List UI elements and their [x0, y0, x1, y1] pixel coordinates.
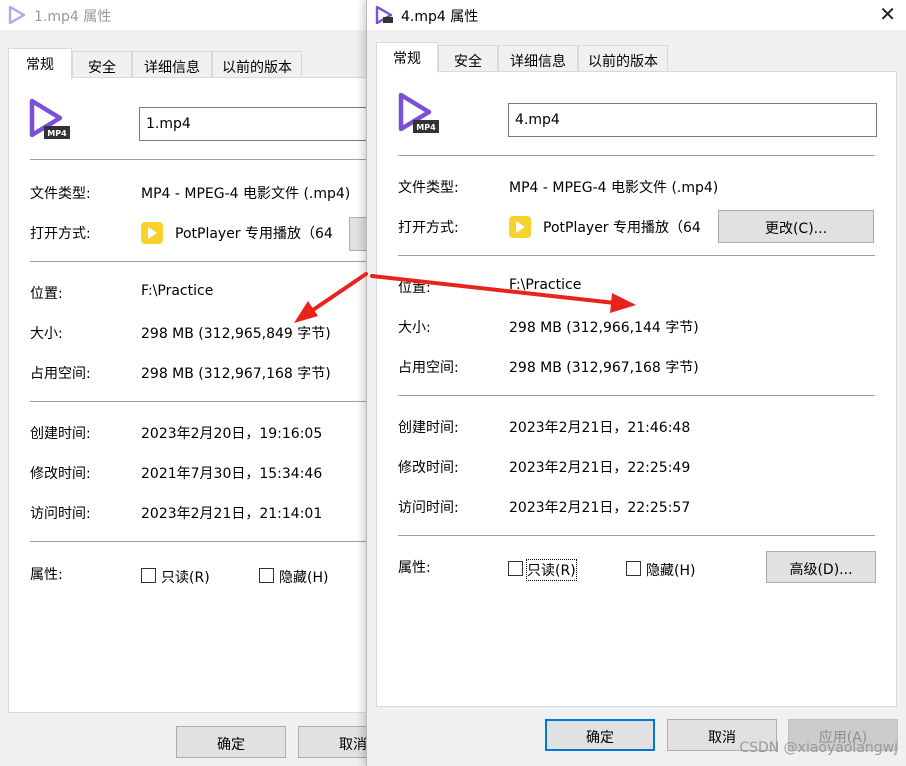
back-titlebar: 1.mp4 属性: [0, 0, 372, 30]
separator: [398, 535, 875, 536]
back-hidden-checkbox[interactable]: [259, 568, 274, 583]
back-label-created: 创建时间:: [30, 426, 91, 442]
front-label-size-on-disk: 占用空间:: [398, 360, 459, 376]
back-label-file-type: 文件类型:: [30, 186, 91, 202]
front-value-created: 2023年2月21日，21:46:48: [509, 420, 691, 436]
svg-text:MP4: MP4: [47, 129, 67, 138]
csdn-watermark: CSDN @xiaoyaolangwj: [739, 740, 898, 756]
front-advanced-button[interactable]: 高级(D)...: [766, 551, 876, 583]
front-change-button[interactable]: 更改(C)...: [718, 210, 874, 243]
back-value-created: 2023年2月20日，19:16:05: [141, 426, 323, 442]
separator: [30, 401, 372, 402]
back-tab-general[interactable]: 常规: [8, 48, 72, 79]
front-hidden-checkbox[interactable]: [626, 561, 641, 576]
front-tab-previous-versions[interactable]: 以前的版本: [578, 45, 668, 72]
back-general-panel: MP4 文件类型: MP4 - MPEG-4 电影文件 (.mp4) 打开方式:…: [8, 77, 372, 713]
close-icon[interactable]: ✕: [879, 2, 896, 26]
front-label-accessed: 访问时间:: [398, 500, 459, 516]
mp4-app-icon: [375, 6, 393, 24]
front-value-modified: 2023年2月21日，22:25:49: [509, 460, 691, 476]
separator: [30, 159, 372, 160]
front-hidden-label: 隐藏(H): [646, 563, 696, 579]
front-window-title: 4.mp4 属性: [401, 9, 479, 25]
separator: [398, 255, 875, 256]
back-tab-previous-versions[interactable]: 以前的版本: [212, 51, 302, 78]
back-value-location: F:\Practice: [141, 283, 214, 299]
front-label-opens-with: 打开方式:: [398, 220, 459, 236]
front-tab-general[interactable]: 常规: [376, 42, 438, 73]
mp4-file-icon: MP4: [398, 92, 439, 133]
front-ok-button[interactable]: 确定: [545, 719, 655, 751]
front-label-size: 大小:: [398, 320, 431, 336]
mp4-app-icon: [8, 6, 26, 24]
back-label-opens-with: 打开方式:: [30, 226, 91, 242]
front-value-opens-with: PotPlayer 专用播放（64: [543, 220, 701, 236]
front-properties-window: 4.mp4 属性 ✕ 常规 安全 详细信息 以前的版本 MP4 文件类型: MP…: [366, 0, 906, 766]
back-readonly-checkbox[interactable]: [141, 568, 156, 583]
mp4-file-icon: MP4: [29, 98, 70, 139]
back-label-accessed: 访问时间:: [30, 506, 91, 522]
front-general-panel: MP4 文件类型: MP4 - MPEG-4 电影文件 (.mp4) 打开方式:…: [376, 71, 897, 707]
front-label-modified: 修改时间:: [398, 460, 459, 476]
back-value-opens-with: PotPlayer 专用播放（64: [175, 226, 333, 242]
separator: [30, 261, 372, 262]
front-tab-details[interactable]: 详细信息: [498, 45, 578, 72]
front-value-accessed: 2023年2月21日，22:25:57: [509, 500, 691, 516]
potplayer-icon: [141, 222, 163, 244]
front-label-created: 创建时间:: [398, 420, 459, 436]
front-label-location: 位置:: [398, 280, 431, 296]
front-titlebar: 4.mp4 属性 ✕: [367, 0, 906, 30]
back-value-modified: 2021年7月30日，15:34:46: [141, 466, 323, 482]
back-value-file-type: MP4 - MPEG-4 电影文件 (.mp4): [141, 186, 351, 202]
separator: [30, 541, 372, 542]
back-label-size: 大小:: [30, 326, 63, 342]
back-label-attributes: 属性:: [30, 567, 63, 583]
back-value-accessed: 2023年2月21日，21:14:01: [141, 506, 323, 522]
back-hidden-label: 隐藏(H): [279, 570, 329, 586]
front-label-file-type: 文件类型:: [398, 180, 459, 196]
back-label-size-on-disk: 占用空间:: [30, 366, 91, 382]
front-value-size-on-disk: 298 MB (312,967,168 字节): [509, 360, 699, 376]
back-value-size-on-disk: 298 MB (312,967,168 字节): [141, 366, 331, 382]
back-label-modified: 修改时间:: [30, 466, 91, 482]
front-file-name-input[interactable]: [508, 103, 877, 137]
back-readonly-label: 只读(R): [161, 570, 210, 586]
back-properties-window: 1.mp4 属性 常规 安全 详细信息 以前的版本 MP4 文件类型: MP4 …: [0, 0, 372, 766]
front-value-size: 298 MB (312,966,144 字节): [509, 320, 699, 336]
front-readonly-label: 只读(R): [526, 559, 577, 581]
front-value-file-type: MP4 - MPEG-4 电影文件 (.mp4): [509, 180, 719, 196]
back-tab-security[interactable]: 安全: [72, 51, 132, 78]
svg-text:MP4: MP4: [416, 123, 436, 132]
front-value-location: F:\Practice: [509, 277, 582, 293]
front-tab-security[interactable]: 安全: [438, 45, 498, 72]
potplayer-icon: [509, 216, 531, 238]
back-file-name-input[interactable]: [139, 107, 372, 141]
back-window-title: 1.mp4 属性: [34, 9, 112, 25]
separator: [398, 395, 875, 396]
back-cancel-button[interactable]: 取消: [298, 726, 372, 758]
separator: [398, 155, 875, 156]
back-value-size: 298 MB (312,965,849 字节): [141, 326, 331, 342]
front-label-attributes: 属性:: [398, 560, 431, 576]
front-readonly-checkbox[interactable]: [508, 561, 523, 576]
back-label-location: 位置:: [30, 286, 63, 302]
back-tab-details[interactable]: 详细信息: [132, 51, 212, 78]
back-ok-button[interactable]: 确定: [176, 726, 286, 758]
